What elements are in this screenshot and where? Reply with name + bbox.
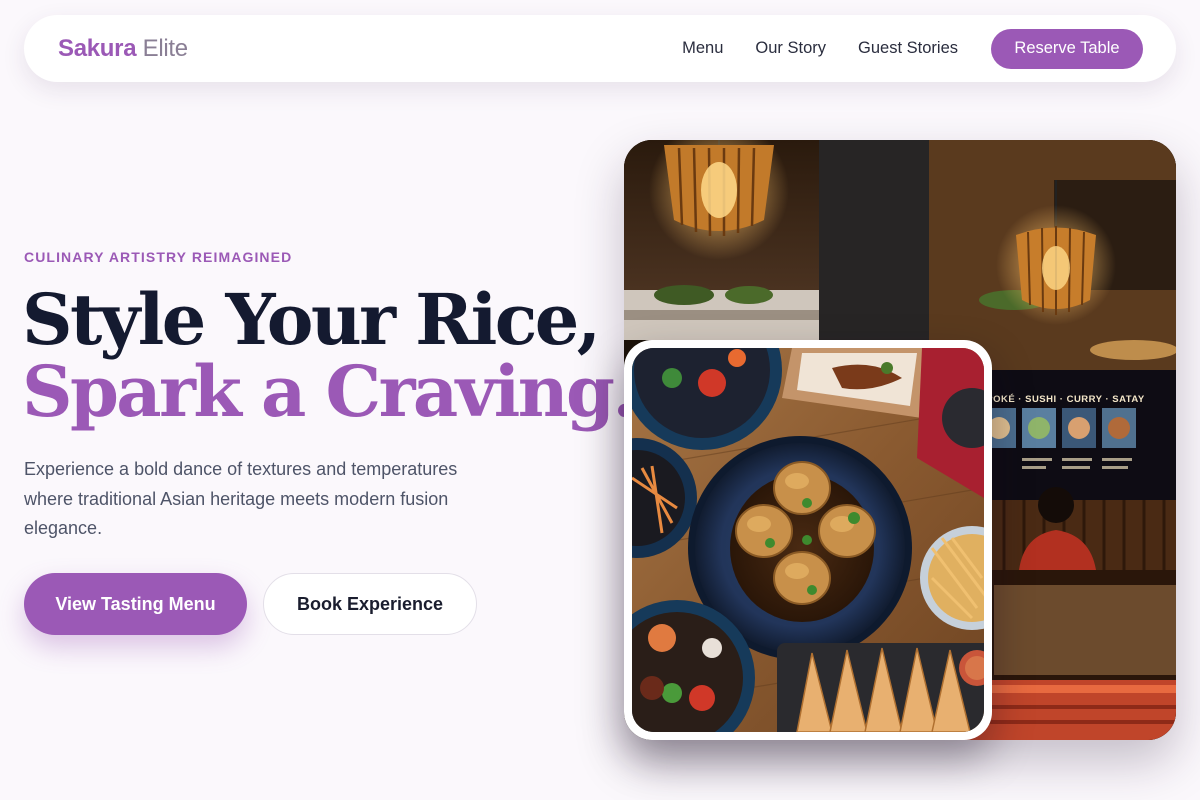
hero-headline: Style Your Rice, Spark a Craving. (22, 284, 637, 433)
nav-link-guest-stories[interactable]: Guest Stories (858, 39, 958, 58)
brand-name-bold: Sakura (58, 34, 137, 62)
food-photo-frame (632, 348, 984, 732)
reserve-table-button[interactable]: Reserve Table (991, 28, 1143, 69)
brand-logo[interactable]: Sakura Elite (58, 35, 188, 63)
book-experience-button[interactable]: Book Experience (263, 573, 477, 635)
hero-description: Experience a bold dance of textures and … (24, 459, 458, 538)
hero-headline-line2: Spark a Craving. (22, 350, 637, 433)
nav-link-menu[interactable]: Menu (682, 39, 723, 58)
nav-links: Menu Our Story Guest Stories Reserve Tab… (682, 28, 1143, 69)
hero-eyebrow: CULINARY ARTISTRY REIMAGINED (24, 249, 293, 265)
nav-link-our-story[interactable]: Our Story (755, 39, 826, 58)
top-navbar: Sakura Elite Menu Our Story Guest Storie… (24, 15, 1176, 82)
view-tasting-menu-button[interactable]: View Tasting Menu (24, 573, 247, 635)
hero-headline-line1: Style Your Rice, (22, 278, 601, 361)
asian-fusion-dishes-photo (624, 340, 992, 740)
brand-name-light: Elite (136, 34, 189, 62)
